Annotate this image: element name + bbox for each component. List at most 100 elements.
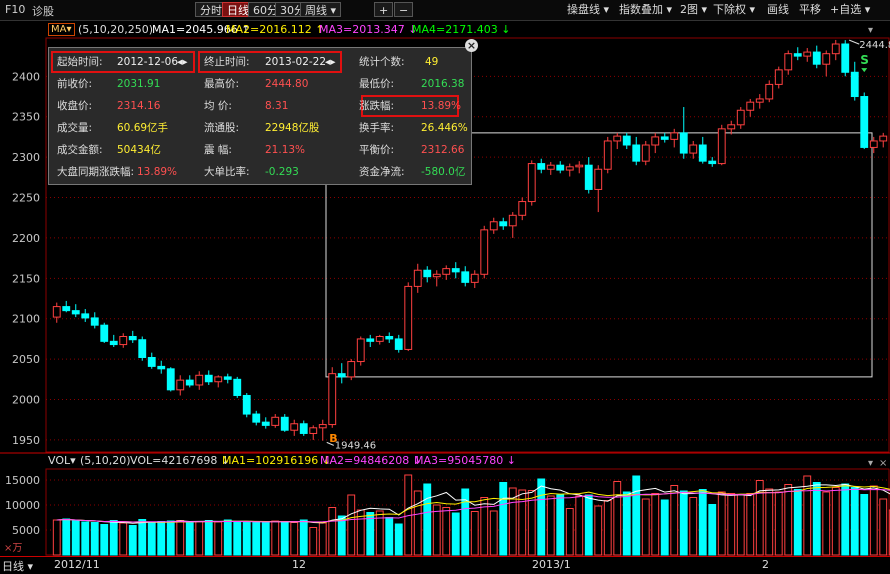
candle-body-87 (879, 135, 888, 142)
candle-body-57 (594, 168, 603, 190)
candle-body-37 (404, 285, 413, 350)
close-panel-icon[interactable]: × (465, 39, 478, 52)
volume-bar-2 (71, 520, 80, 556)
candle-body-27 (309, 427, 318, 434)
candle-body-81 (822, 53, 831, 65)
volume-bar-29 (328, 507, 337, 556)
candle-body-36 (394, 338, 403, 350)
volume-bar-72 (736, 494, 745, 556)
stat-label-3-2: 平衡价: (359, 144, 395, 156)
volume-bar-69 (708, 504, 717, 556)
candle-body-62 (641, 144, 650, 162)
volume-bar-64 (660, 499, 669, 556)
volume-bar-55 (575, 495, 584, 556)
price-tick-7: 2300 (12, 151, 40, 164)
candle-body-8 (128, 335, 137, 341)
price-tick-0: 1950 (12, 434, 40, 447)
candle-body-78 (793, 53, 802, 57)
vol-tick-0: 15000 (5, 474, 40, 487)
candle-body-31 (347, 361, 356, 378)
date-label-1: 12 (292, 558, 306, 571)
volume-bar-61 (632, 475, 641, 556)
stat-label-1-0: 收盘价: (57, 100, 93, 112)
high-price-label: 2444.80 (859, 40, 890, 51)
candle-body-42 (451, 268, 460, 273)
volume-bar-66 (679, 490, 688, 556)
vol-tick-2: 5000 (12, 524, 40, 537)
volume-bar-30 (337, 515, 346, 556)
candle-body-83 (841, 43, 850, 73)
candle-body-18 (223, 376, 232, 380)
candle-body-0 (52, 306, 61, 318)
volume-bar-83 (841, 483, 850, 556)
candle-body-76 (774, 69, 783, 85)
candle-body-9 (138, 339, 147, 359)
volume-bar-85 (860, 494, 869, 556)
volume-bar-45 (480, 497, 489, 556)
volume-bar-19 (233, 521, 242, 556)
volume-bar-65 (670, 485, 679, 556)
date-label-0: 2012/11 (54, 558, 100, 571)
stat-label-2-1: 流通股: (204, 122, 240, 134)
stat-value-0-0: 2031.91 (117, 78, 161, 90)
stat-value-2-1: 22948亿股 (265, 122, 320, 134)
volume-bar-58 (603, 500, 612, 556)
low-price-label: 1949.46 (335, 440, 376, 451)
high-pointer (849, 39, 860, 45)
volume-bar-14 (185, 522, 194, 556)
candle-body-85 (860, 96, 869, 148)
stat-label-1-1: 均 价: (204, 100, 232, 112)
candle-body-69 (708, 160, 717, 165)
candle-body-24 (280, 416, 289, 431)
candle-body-79 (803, 51, 812, 57)
candle-body-54 (565, 166, 574, 171)
price-tick-4: 2150 (12, 272, 40, 285)
vol-selector[interactable]: VOL▾ (48, 454, 76, 467)
candle-body-17 (214, 376, 223, 383)
stat-value-4-1: -0.293 (265, 166, 299, 178)
candle-body-51 (537, 163, 546, 170)
volume-bar-24 (280, 521, 289, 556)
candle-body-22 (261, 421, 270, 426)
volume-bar-76 (774, 491, 783, 556)
end-time-highlight (198, 51, 342, 73)
candle-body-50 (527, 163, 536, 203)
candle-body-41 (442, 268, 451, 275)
volume-bar-53 (556, 494, 565, 556)
volume-bar-21 (252, 522, 261, 556)
volume-bar-1 (62, 518, 71, 556)
buy-signal-icon: B (329, 432, 337, 445)
candle-body-14 (185, 379, 194, 386)
candle-body-74 (755, 98, 764, 103)
price-tick-3: 2100 (12, 313, 40, 326)
candle-body-75 (765, 83, 774, 100)
stat-value-0-2: 2016.38 (421, 78, 465, 90)
volume-bar-12 (166, 520, 175, 556)
volume-bar-44 (470, 511, 479, 556)
stat-value-4-0: 13.89% (137, 166, 178, 178)
volume-bar-86 (869, 485, 878, 556)
volume-bar-80 (812, 482, 821, 556)
volume-bar-36 (394, 523, 403, 556)
candle-body-44 (470, 273, 479, 283)
vol-ma3-value: MA3=95045780 ↓ (414, 454, 516, 467)
candle-body-61 (632, 144, 641, 162)
volume-bar-54 (565, 508, 574, 556)
volume-bar-59 (613, 481, 622, 556)
price-tick-1: 2000 (12, 394, 40, 407)
candle-body-63 (651, 136, 660, 146)
volume-bar-6 (109, 520, 118, 556)
volume-bar-39 (423, 483, 432, 556)
candle-body-43 (461, 271, 470, 283)
stat-value-3-1: 21.13% (265, 144, 306, 156)
volume-bar-35 (385, 517, 394, 556)
vol-tick-1: 10000 (5, 499, 40, 512)
volume-bar-46 (489, 510, 498, 556)
volume-bar-51 (537, 478, 546, 556)
stat-label-4-2: 资金净流: (359, 166, 405, 178)
volume-bar-63 (651, 493, 660, 556)
sell-signal-icon: S (860, 53, 869, 67)
volume-bar-84 (850, 487, 859, 556)
volume-bar-4 (90, 522, 99, 556)
candle-body-20 (242, 394, 251, 415)
